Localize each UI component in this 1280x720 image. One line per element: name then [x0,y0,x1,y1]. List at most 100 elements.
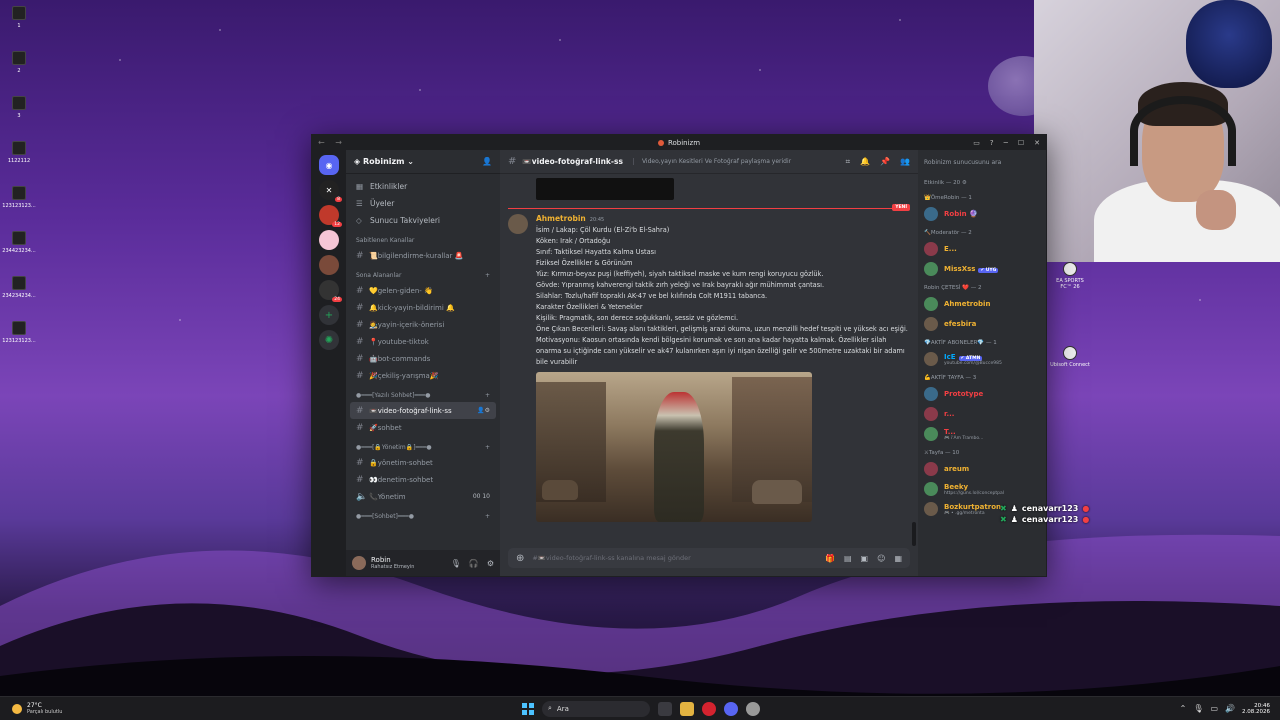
message-input[interactable]: #📼video-fotoğraf-link-ss kanalına mesaj … [532,554,690,562]
member-item[interactable]: IcE ✔ ATMN youtube.com/@Bucce985 [924,349,1042,369]
file-explorer-icon[interactable] [680,701,694,716]
mic-tray-icon[interactable]: 🎙 [1193,704,1203,713]
message-line: Öne Çıkan Becerileri: Savaş alanı taktik… [536,325,908,333]
events-item[interactable]: ▦ Etkinlikler [350,178,496,195]
desktop-icon-ea-sports[interactable]: EA SPORTS FC™ 26 [1050,262,1090,290]
desktop-icon[interactable]: 234423234... [2,227,36,270]
channel-item[interactable]: # 🧑‍🎨yayin-içerik-önerisi [350,316,496,333]
channel-video-foto[interactable]: # 📼video-fotoğraf-link-ss 👤⚙ [350,402,496,419]
member-item[interactable]: Ahmetrobin [924,294,1042,314]
desktop-icon[interactable]: 123123123... [2,182,36,225]
category-recent[interactable]: Sona Alananlar + [350,264,496,282]
server-icon-robinizm[interactable] [319,255,339,275]
discord-app-icon[interactable] [724,701,738,716]
emoji-icon[interactable]: ☺ [877,554,885,563]
avatar[interactable] [352,556,366,570]
server-icon-2[interactable]: 12 [319,205,342,227]
server-icon-3[interactable] [319,230,339,250]
add-channel-icon[interactable]: + [485,272,490,279]
message-composer[interactable]: ⊕ #📼video-fotoğraf-link-ss kanalına mesa… [508,548,910,568]
task-view-icon[interactable] [658,701,672,716]
help-icon[interactable]: ? [990,139,994,147]
desktop-icon[interactable]: 3 [2,92,36,135]
channel-item[interactable]: # 📍youtube-tiktok [350,333,496,350]
previous-image[interactable] [536,178,674,200]
server-header[interactable]: ◈ Robinizm ⌄ 👤 [346,150,500,174]
member-item[interactable]: areum [924,459,1042,479]
desktop-icon-ubisoft[interactable]: Ubisoft Connect [1050,346,1090,368]
channel-item[interactable]: # 🎉çekiliş-yarışma🎉 [350,367,496,384]
apps-icon[interactable]: ▦ [894,554,902,563]
opera-icon[interactable] [702,701,716,716]
category-text[interactable]: ●━━━[Yazılı Sohbet]━━━● + [350,384,496,402]
desktop-icon[interactable]: 2 [2,47,36,90]
network-icon[interactable]: ▭ [1210,704,1218,713]
avatar[interactable] [508,214,528,234]
member-item[interactable]: MissXss ✔ UYG [924,259,1042,279]
voice-channel-yonetim[interactable]: 🔈 📞Yönetim 00 10 [350,488,496,505]
message-author[interactable]: Ahmetrobin [536,214,586,223]
settings-icon[interactable]: 👤⚙ [477,407,490,414]
add-server-button[interactable]: + [319,305,339,325]
add-channel-icon[interactable]: + [485,444,490,451]
channel-item[interactable]: # 🤖bot-commands [350,350,496,367]
obs-icon[interactable] [746,701,760,716]
member-item[interactable]: r... [924,404,1042,424]
threads-icon[interactable]: ⌗ [846,157,851,167]
member-groups: Etkinlik — 20 ⚙ 👑ÖmeRobin — 1 Robin 🔮 🔨Mode… [924,174,1042,519]
microphone-icon[interactable]: 🎙 [451,559,461,568]
desktop-icon[interactable]: 1122112 [2,137,36,180]
speaker-icon: 🔈 [356,491,368,502]
category-chat[interactable]: ●━━━[Sohbet]━━━● + [350,505,496,523]
member-item[interactable]: T... 🎮 i'Am Trambo... [924,424,1042,444]
add-channel-icon[interactable]: + [485,513,490,520]
add-attachment-icon[interactable]: ⊕ [516,553,524,564]
gear-icon[interactable]: ⚙ [487,559,494,568]
explore-button[interactable]: ✺ [319,330,339,350]
members-item[interactable]: ☰ Üyeler [350,195,496,212]
gift-icon[interactable]: 🎁 [825,554,835,563]
desktop-icon[interactable]: 123123123... [2,317,36,360]
close-icon[interactable]: ✕ [1034,139,1040,147]
server-icon-1[interactable]: ✕ 8 [319,180,342,202]
clock[interactable]: 20:46 2.08.2026 [1242,703,1270,715]
server-icon-5[interactable]: 24 [319,280,342,302]
gif-icon[interactable]: ▤ [844,554,852,563]
member-item[interactable]: Robin 🔮 [924,204,1042,224]
weather-widget[interactable]: 27°C Parçalı bulutlu [12,702,62,715]
server-search[interactable]: Robinizm sunucusunu ara [924,150,1042,174]
bell-icon[interactable]: 🔔 [860,157,870,167]
channel-item[interactable]: # 🔒yönetim-sohbet [350,454,496,471]
channel-item[interactable]: # 💛gelen-giden- 👋 [350,282,496,299]
windows-start-icon[interactable] [522,702,534,715]
scrollbar[interactable] [912,522,916,546]
boosts-item[interactable]: ◇ Sunucu Takviyeleri [350,212,496,229]
member-item[interactable]: efesbira [924,314,1042,334]
attached-image[interactable] [536,372,812,522]
maximize-icon[interactable]: ☐ [1018,139,1024,147]
headphones-icon[interactable]: 🎧 [469,559,479,568]
volume-icon[interactable]: 🔊 [1225,704,1235,713]
add-member-icon[interactable]: 👤 [482,157,492,166]
channel-sohbet[interactable]: # 🚀sohbet [350,419,496,436]
channel-rules[interactable]: # 📜bilgilendirme-kurallar 🚨 [350,247,496,264]
inbox-icon[interactable]: ▭ [973,139,980,147]
taskbar-search[interactable]: ⌕ Ara [542,700,650,717]
member-item[interactable]: Beeky https://guns.lol/conceptpal [924,479,1042,499]
member-item[interactable]: Prototype [924,384,1042,404]
member-list-icon[interactable]: 👥 [900,157,910,167]
pin-icon[interactable]: 📌 [880,157,890,167]
home-button[interactable]: ◉ [319,155,339,175]
add-channel-icon[interactable]: + [485,392,490,399]
minimize-icon[interactable]: ─ [1004,139,1008,147]
sticker-icon[interactable]: ▣ [861,554,869,563]
category-management[interactable]: ●━━━[🔒Yönetim🔒]━━━● + [350,436,496,454]
desktop-icon[interactable]: 234234234... [2,272,36,315]
category-pinned[interactable]: Sabitlenen Kanallar [350,229,496,247]
member-item[interactable]: E... [924,239,1042,259]
nav-arrows[interactable]: ← → [318,138,346,147]
channel-item[interactable]: # 👀denetim-sohbet [350,471,496,488]
channel-item[interactable]: # 🔔kick-yayin-bildirimi 🔔 [350,299,496,316]
chevron-up-icon[interactable]: ⌃ [1180,704,1187,713]
desktop-icon[interactable]: 1 [2,2,36,45]
